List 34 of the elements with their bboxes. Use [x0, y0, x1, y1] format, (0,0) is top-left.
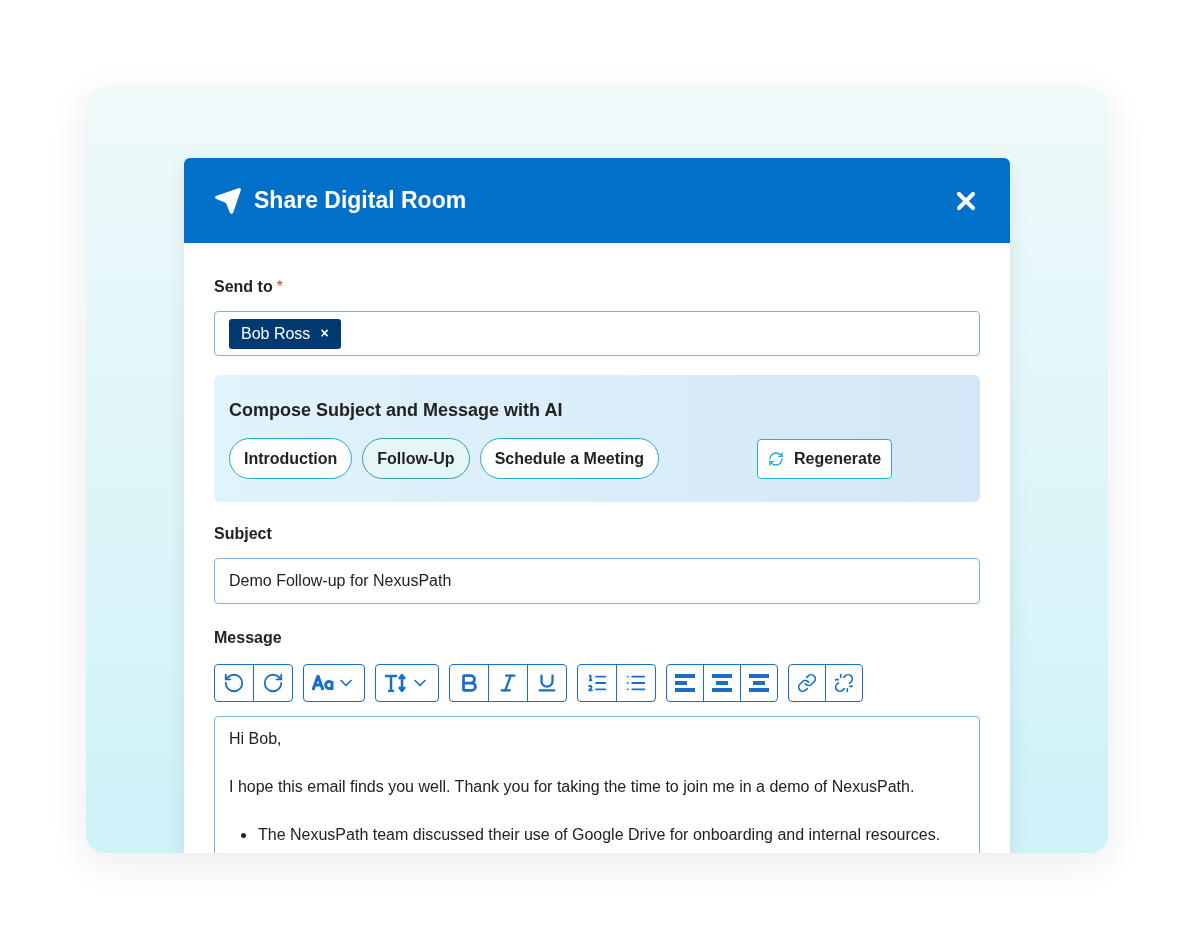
- text-size-icon: [384, 674, 408, 692]
- dialog-title: Share Digital Room: [254, 186, 467, 216]
- font-family-dropdown[interactable]: [303, 664, 365, 702]
- subject-label: Subject: [214, 524, 273, 544]
- recipient-field[interactable]: Bob Ross ×: [214, 311, 980, 356]
- broken-link-icon: [834, 673, 854, 693]
- bullet-point-icon: [241, 832, 246, 838]
- undo-icon: [223, 672, 245, 694]
- align-center-icon: [712, 674, 732, 692]
- align-left-icon: [675, 674, 695, 692]
- message-paragraph: Hi Bob,: [229, 729, 283, 749]
- message-bullet-text: The NexusPath team discussed their use of Google Drive for onboarding and internal resources.: [258, 825, 941, 845]
- template-chip[interactable]: Schedule a Meeting: [479, 438, 659, 479]
- font-size-dropdown[interactable]: [375, 664, 439, 702]
- italic-icon: [497, 672, 519, 694]
- send-to-label: Send to: [214, 277, 273, 297]
- redo-icon: [262, 672, 284, 694]
- message-label: Message: [214, 628, 283, 648]
- required-mark: *: [276, 277, 283, 297]
- subject-field[interactable]: Demo Follow-up for NexusPath: [214, 558, 980, 604]
- template-chip[interactable]: Follow-Up: [362, 438, 470, 479]
- send-icon: [214, 186, 242, 215]
- refresh-icon: [768, 450, 784, 467]
- regenerate-button[interactable]: Regenerate: [757, 438, 893, 479]
- message-editor[interactable]: Hi Bob, I hope this email finds you well. Thank you for taking the time to join me in a demo of NexusPath. The NexusPath team discussed their use of Google Drive for onboarding and internal resources.: [214, 716, 980, 853]
- template-chip[interactable]: Introduction: [229, 438, 353, 479]
- message-paragraph: I hope this email finds you well. Thank you for taking the time to join me in a demo of NexusPath.: [229, 777, 916, 797]
- remove-chip-button[interactable]: ×: [320, 323, 329, 344]
- underline-icon: [536, 672, 558, 694]
- recipient-name: Bob Ross: [241, 323, 311, 344]
- font-case-icon: [312, 675, 334, 691]
- ai-panel-title: Compose Subject and Message with AI: [229, 399, 564, 422]
- numbered-list-icon: [586, 672, 608, 694]
- link-icon: [797, 673, 817, 693]
